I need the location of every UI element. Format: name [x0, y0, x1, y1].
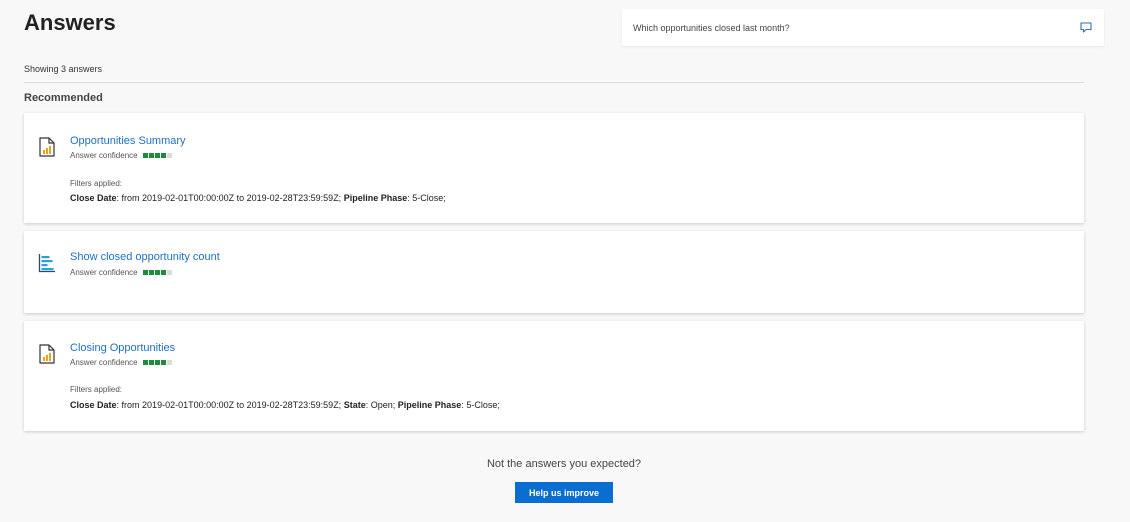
confidence-segment: [142, 270, 148, 275]
confidence-segment: [160, 153, 166, 158]
filter-value: 5-Close;: [466, 400, 500, 410]
filter-key: Close Date: [70, 193, 117, 203]
search-query-text: Which opportunities closed last month?: [633, 22, 790, 33]
answers-page: Answers Which opportunities closed last …: [0, 0, 1130, 522]
confidence-segment: [148, 153, 154, 158]
answer-card: Closing Opportunities Answer confidence …: [24, 321, 1084, 431]
confidence-label: Answer confidence: [70, 151, 138, 160]
confidence-segment: [148, 270, 154, 275]
filters-applied: Close Date: from 2019-02-01T00:00:00Z to…: [70, 400, 500, 410]
filter-key: Pipeline Phase: [343, 193, 408, 203]
confidence-meter: [142, 270, 173, 275]
filter-key: Close Date: [70, 400, 117, 410]
answer-card: Show closed opportunity count Answer con…: [24, 231, 1084, 313]
filters-applied: Close Date: from 2019-02-01T00:00:00Z to…: [70, 193, 446, 203]
confidence-segment: [166, 360, 172, 365]
confidence-segment: [154, 270, 160, 275]
answer-title-link[interactable]: Closing Opportunities: [70, 342, 175, 354]
confidence-meter: [142, 360, 173, 365]
confidence-label: Answer confidence: [70, 358, 138, 367]
answer-title-link[interactable]: Opportunities Summary: [70, 135, 186, 147]
filters-label: Filters applied:: [70, 179, 123, 188]
confidence-segment: [154, 360, 160, 365]
filter-value: 5-Close;: [412, 193, 446, 203]
confidence-segment: [166, 270, 172, 275]
confidence-segment: [142, 153, 148, 158]
help-us-improve-button[interactable]: Help us improve: [515, 482, 613, 503]
footer-prompt: Not the answers you expected?: [486, 458, 642, 470]
filter-key: State: [343, 400, 366, 410]
filter-value: from 2019-02-01T00:00:00Z to 2019-02-28T…: [121, 193, 342, 203]
confidence-segment: [148, 360, 154, 365]
confidence-segment: [154, 153, 160, 158]
section-title-recommended: Recommended: [24, 92, 103, 104]
confidence-meter: [142, 153, 173, 158]
answer-confidence: Answer confidence: [70, 358, 173, 367]
answer-title-link[interactable]: Show closed opportunity count: [70, 251, 220, 263]
confidence-label: Answer confidence: [70, 268, 138, 277]
filter-value: from 2019-02-01T00:00:00Z to 2019-02-28T…: [121, 400, 342, 410]
filter-value: Open;: [370, 400, 396, 410]
page-title: Answers: [24, 10, 116, 35]
bar-chart-icon: [38, 253, 56, 273]
report-document-icon: [38, 344, 56, 364]
answer-card: Opportunities Summary Answer confidence …: [24, 113, 1084, 223]
confidence-segment: [142, 360, 148, 365]
filters-label: Filters applied:: [70, 385, 123, 394]
search-query-box[interactable]: Which opportunities closed last month?: [622, 9, 1104, 46]
answer-confidence: Answer confidence: [70, 151, 173, 160]
results-count: Showing 3 answers: [24, 64, 103, 74]
answer-confidence: Answer confidence: [70, 268, 173, 277]
report-document-icon: [38, 137, 56, 157]
confidence-segment: [160, 360, 166, 365]
chat-bubble-icon[interactable]: [1080, 22, 1092, 34]
confidence-segment: [160, 270, 166, 275]
divider: [24, 82, 1084, 83]
confidence-segment: [166, 153, 172, 158]
filter-key: Pipeline Phase: [397, 400, 462, 410]
